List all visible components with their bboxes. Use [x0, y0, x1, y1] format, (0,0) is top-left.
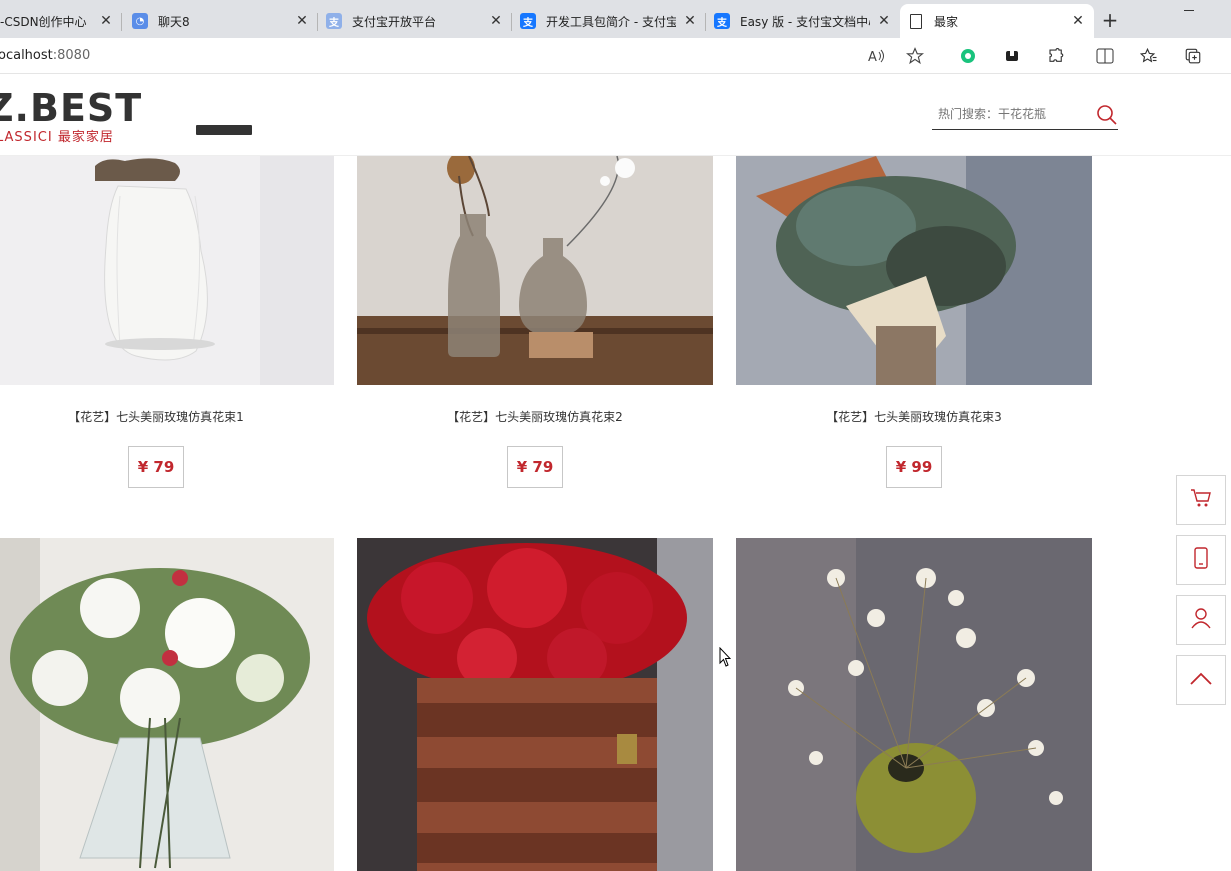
- close-icon[interactable]: ✕: [682, 13, 698, 29]
- more-icon[interactable]: [1222, 46, 1231, 66]
- tab-csdn[interactable]: -CSDN创作中心 ✕: [0, 4, 122, 38]
- product-price[interactable]: ¥ 99: [886, 446, 942, 488]
- favorites-icon[interactable]: [1139, 46, 1159, 66]
- phone-icon: [1194, 547, 1208, 573]
- user-icon: [1191, 607, 1211, 633]
- product-image-vase-white[interactable]: [0, 156, 334, 385]
- alipay-icon: 支: [326, 13, 342, 29]
- product-title[interactable]: 【花艺】七头美丽玫瑰仿真花束2: [357, 408, 713, 425]
- search-input[interactable]: [938, 107, 1088, 121]
- browser-tab-bar: -CSDN创作中心 ✕ ◔ 聊天8 ✕ 支 支付宝开放平台 ✕ 支 开发工具包简…: [0, 0, 1231, 38]
- product-image-red-carnations[interactable]: [357, 538, 713, 871]
- split-screen-icon[interactable]: [1095, 46, 1115, 66]
- tab-label: 支付宝开放平台: [352, 14, 437, 29]
- tab-label: Easy 版 - 支付宝文档中心: [740, 14, 870, 29]
- address-bar: ocalhost:8080 A: [0, 38, 1231, 74]
- tab-alipay-docs[interactable]: 支 Easy 版 - 支付宝文档中心 ✕: [706, 4, 900, 38]
- page-icon: [910, 13, 922, 29]
- alipay-icon: 支: [714, 13, 730, 29]
- tab-label: 开发工具包简介 - 支付宝: [546, 14, 676, 29]
- minimize-button[interactable]: [1182, 0, 1196, 14]
- cart-icon: [1190, 488, 1212, 512]
- product-title[interactable]: 【花艺】七头美丽玫瑰仿真花束3: [736, 408, 1092, 425]
- url-host: ocalhost: [0, 48, 53, 63]
- mobile-button[interactable]: [1176, 535, 1226, 585]
- url-port: :8080: [52, 48, 91, 63]
- alipay-icon: 支: [520, 13, 536, 29]
- extension-icon[interactable]: [1002, 46, 1022, 66]
- close-icon[interactable]: ✕: [98, 13, 114, 29]
- close-icon[interactable]: ✕: [1070, 13, 1086, 29]
- close-icon[interactable]: ✕: [488, 13, 504, 29]
- chevron-up-icon: [1190, 671, 1212, 690]
- tab-chat[interactable]: ◔ 聊天8 ✕: [124, 4, 318, 38]
- read-aloud-icon[interactable]: A: [866, 46, 886, 66]
- product-image-eucalyptus-bouquet[interactable]: [736, 156, 1092, 385]
- svg-text:A: A: [868, 50, 877, 64]
- mouse-cursor-icon: [719, 646, 732, 671]
- search-box: [932, 102, 1118, 130]
- tab-alipay-sdk[interactable]: 支 开发工具包简介 - 支付宝 ✕: [512, 4, 706, 38]
- nav-menu[interactable]: [196, 125, 252, 135]
- search-icon[interactable]: [1096, 104, 1118, 130]
- close-icon[interactable]: ✕: [294, 13, 310, 29]
- tab-label: -CSDN创作中心: [0, 14, 87, 29]
- tab-label: 最家: [934, 14, 959, 29]
- cart-button[interactable]: [1176, 475, 1226, 525]
- user-button[interactable]: [1176, 595, 1226, 645]
- close-icon[interactable]: ✕: [876, 13, 892, 29]
- product-image-glass-vases[interactable]: [357, 156, 713, 385]
- url-field[interactable]: ocalhost:8080: [0, 48, 90, 63]
- chatgpt-extension-icon[interactable]: [958, 46, 978, 66]
- new-tab-button[interactable]: +: [1098, 8, 1122, 32]
- product-price[interactable]: ¥ 79: [507, 446, 563, 488]
- chat-icon: ◔: [132, 13, 148, 29]
- tab-alipay-open[interactable]: 支 支付宝开放平台 ✕: [318, 4, 512, 38]
- logo[interactable]: Z.BEST: [0, 86, 142, 130]
- product-price[interactable]: ¥ 79: [128, 446, 184, 488]
- puzzle-icon[interactable]: [1046, 46, 1066, 66]
- collections-icon[interactable]: [1183, 46, 1203, 66]
- back-to-top-button[interactable]: [1176, 655, 1226, 705]
- site-header: Z.BEST LASSICI 最家家居: [0, 74, 1231, 156]
- logo-subtitle: LASSICI 最家家居: [0, 130, 114, 145]
- product-grid: 【花艺】七头美丽玫瑰仿真花束1 【花艺】七头美丽玫瑰仿真花束2 【花艺】七头美丽…: [0, 156, 1231, 871]
- tab-zuijia[interactable]: 最家 ✕: [900, 4, 1094, 38]
- product-image-dried-flowers[interactable]: [736, 538, 1092, 871]
- product-image-white-peonies[interactable]: [0, 538, 334, 871]
- favorite-star-icon[interactable]: [905, 46, 925, 66]
- tab-label: 聊天8: [158, 14, 190, 29]
- product-title[interactable]: 【花艺】七头美丽玫瑰仿真花束1: [0, 408, 334, 425]
